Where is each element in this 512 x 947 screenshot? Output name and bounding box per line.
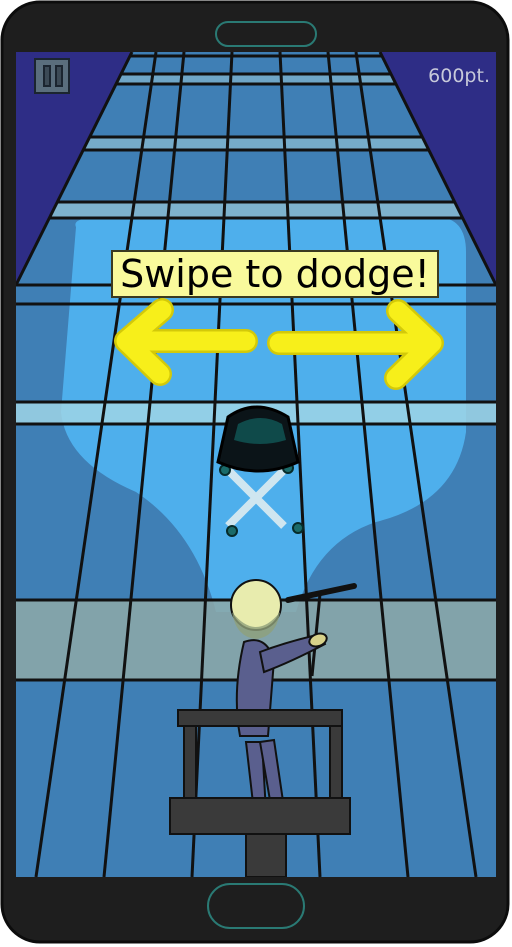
tutorial-hint-banner: Swipe to dodge! [111, 250, 439, 298]
score-display: 600pt. [428, 65, 490, 87]
pause-icon [43, 65, 51, 87]
game-screen[interactable]: 600pt. Swipe to dodge! [16, 52, 496, 877]
pause-icon-bar [55, 65, 63, 87]
game-scene [16, 52, 496, 877]
pause-button[interactable] [34, 58, 70, 94]
tutorial-hint-text: Swipe to dodge! [120, 252, 430, 296]
